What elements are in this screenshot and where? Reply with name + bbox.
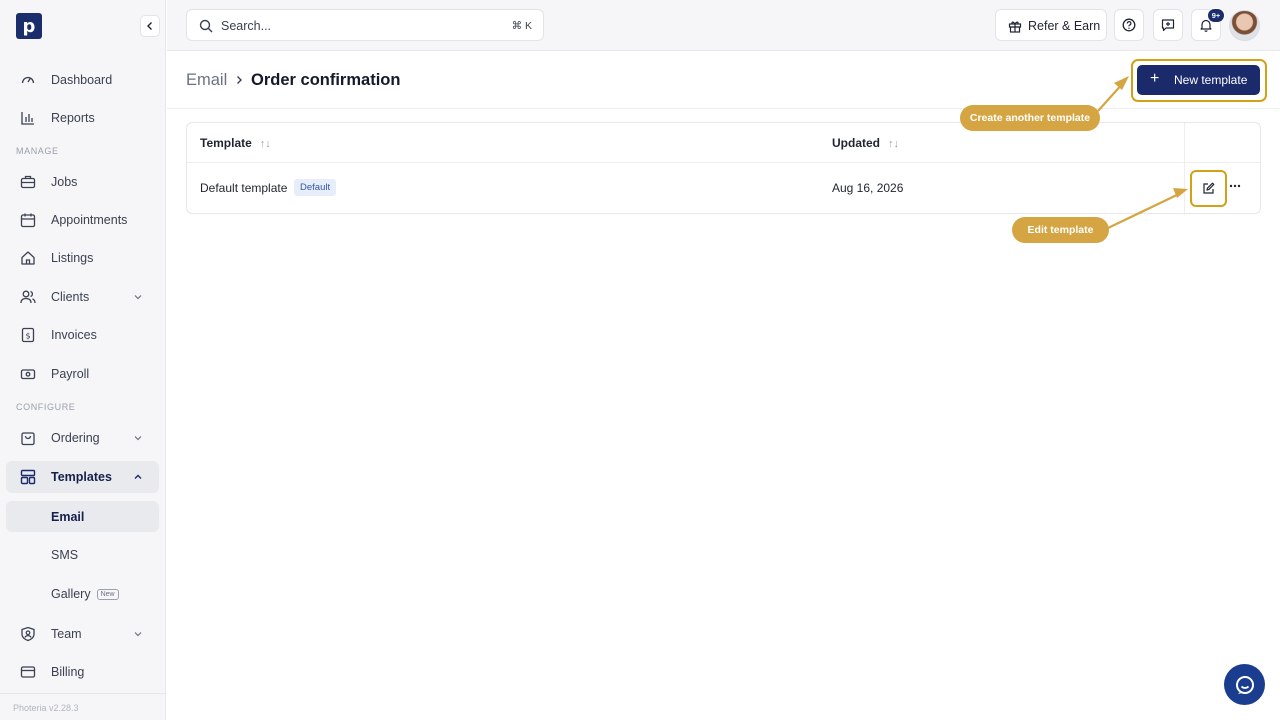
chevron-down-icon [134, 295, 142, 300]
default-badge: Default [294, 179, 337, 196]
section-label-configure: CONFIGURE [16, 402, 76, 412]
sidebar-item-invoices[interactable]: $ Invoices [6, 319, 159, 351]
users-icon [20, 290, 36, 304]
app-version: Photeria v2.28.3 [0, 693, 166, 720]
edit-icon [1203, 182, 1215, 194]
search-input[interactable]: Search... ⌘ K [186, 9, 544, 41]
sidebar-item-listings[interactable]: Listings [6, 242, 159, 274]
callout-edit-template: Edit template [1012, 217, 1109, 243]
sidebar-subitem-gallery[interactable]: Gallery New [6, 578, 159, 609]
table-header: Template ↑↓ Updated ↑↓ [187, 123, 1260, 163]
sidebar-subitem-label: Gallery [51, 586, 91, 601]
more-options-button[interactable] [1228, 179, 1242, 193]
invoice-icon: $ [21, 327, 35, 343]
edit-template-button[interactable] [1190, 170, 1227, 207]
sidebar-subitem-sms[interactable]: SMS [6, 539, 159, 570]
callout-create-template: Create another template [960, 105, 1100, 131]
templates-table: Template ↑↓ Updated ↑↓ Default template De… [186, 122, 1261, 215]
sidebar-item-ordering[interactable]: Ordering [6, 422, 159, 454]
new-template-button[interactable]: + New template [1137, 65, 1260, 95]
sidebar-item-appointments[interactable]: Appointments [6, 204, 159, 236]
sidebar-item-label: Clients [51, 290, 90, 304]
chevron-right-icon [237, 76, 242, 84]
home-icon [21, 251, 35, 265]
action-column-divider [1184, 123, 1185, 215]
shopping-bag-icon [21, 432, 35, 446]
banknote-icon [20, 369, 36, 380]
calendar-icon [20, 213, 36, 228]
help-circle-icon [1122, 18, 1136, 32]
search-placeholder: Search... [221, 19, 272, 33]
brand-logo[interactable]: p [16, 13, 42, 39]
bar-chart-icon [21, 112, 34, 125]
chevron-down-icon [134, 436, 142, 441]
message-plus-icon [1161, 19, 1175, 32]
more-horizontal-icon [1229, 184, 1241, 188]
sidebar-item-label: Appointments [51, 213, 128, 227]
sort-icon: ↑↓ [259, 138, 271, 150]
chat-icon [1235, 675, 1254, 694]
sidebar-item-label: Invoices [51, 328, 97, 342]
sidebar-item-templates[interactable]: Templates [6, 461, 159, 493]
search-shortcut: ⌘ K [511, 20, 532, 32]
page-title: Order confirmation [251, 71, 401, 89]
topbar: Search... ⌘ K Refer & Earn 9+ [167, 0, 1280, 51]
updated-date: Aug 16, 2026 [832, 181, 904, 195]
sidebar-item-team[interactable]: Team [6, 618, 159, 650]
column-header-template[interactable]: Template ↑↓ [200, 136, 271, 150]
briefcase-icon [20, 175, 36, 189]
sidebar-item-label: Team [51, 627, 82, 641]
chevron-down-icon [134, 632, 142, 637]
breadcrumb-root[interactable]: Email [186, 71, 227, 90]
sidebar-subitem-label: SMS [51, 547, 79, 562]
feedback-button[interactable] [1153, 9, 1183, 41]
sidebar: p Dashboard Reports MANAGE Jobs Appointm… [0, 0, 166, 720]
chevron-left-icon [147, 22, 152, 30]
search-icon [199, 19, 213, 33]
gift-icon [1008, 21, 1022, 33]
sidebar-subitem-label: Email [51, 509, 85, 524]
help-button[interactable] [1114, 9, 1144, 41]
sidebar-item-clients[interactable]: Clients [6, 281, 159, 313]
sort-icon: ↑↓ [888, 138, 899, 150]
refer-and-earn-label: Refer & Earn [1028, 19, 1101, 33]
sidebar-item-label: Ordering [51, 431, 100, 445]
new-template-label: New template [1174, 73, 1248, 87]
collapse-sidebar-button[interactable] [140, 15, 160, 37]
chevron-up-icon [134, 474, 142, 479]
refer-and-earn-button[interactable]: Refer & Earn [995, 9, 1107, 41]
sidebar-item-label: Payroll [51, 367, 90, 381]
sidebar-item-label: Billing [51, 665, 85, 679]
avatar[interactable] [1229, 10, 1260, 41]
sidebar-item-payroll[interactable]: Payroll [6, 358, 159, 390]
chat-support-button[interactable] [1224, 664, 1265, 705]
sidebar-item-label: Templates [51, 470, 112, 484]
shield-user-icon [21, 626, 35, 642]
column-header-updated[interactable]: Updated ↑↓ [832, 136, 899, 150]
sidebar-item-dashboard[interactable]: Dashboard [6, 64, 159, 96]
sidebar-item-jobs[interactable]: Jobs [6, 166, 159, 198]
new-badge: New [96, 588, 119, 600]
template-name[interactable]: Default template [200, 181, 287, 195]
layout-icon [20, 469, 36, 485]
svg-text:$: $ [25, 332, 30, 341]
sidebar-item-label: Jobs [51, 175, 78, 189]
new-template-highlight: + New template [1131, 59, 1267, 102]
brand-logo-letter: p [22, 15, 36, 37]
section-label-manage: MANAGE [16, 146, 59, 156]
column-header-label: Updated [832, 136, 880, 150]
sidebar-subitem-email[interactable]: Email [6, 501, 159, 532]
sidebar-subitem-label-wrap: Gallery New [51, 587, 119, 601]
plus-icon: + [1150, 70, 1160, 87]
sidebar-item-reports[interactable]: Reports [6, 102, 159, 134]
sidebar-item-label: Dashboard [51, 73, 113, 87]
column-header-label: Template [200, 136, 252, 150]
gauge-icon [21, 76, 35, 84]
notification-count-badge: 9+ [1207, 8, 1225, 23]
sidebar-item-label: Listings [51, 251, 94, 265]
sidebar-item-billing[interactable]: Billing [6, 656, 159, 688]
sidebar-item-label: Reports [51, 111, 95, 125]
page-header: Email Order confirmation + New template [167, 51, 1280, 109]
credit-card-icon [20, 666, 36, 678]
